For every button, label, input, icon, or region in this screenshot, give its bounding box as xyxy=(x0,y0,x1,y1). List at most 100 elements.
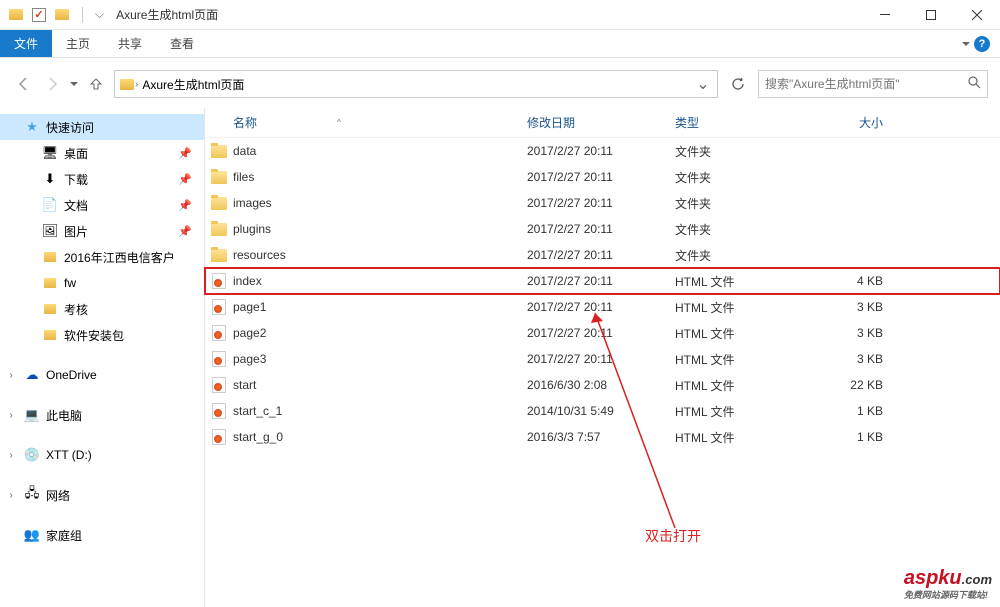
file-name: plugins xyxy=(233,222,519,236)
expand-caret-icon[interactable]: › xyxy=(4,490,18,501)
folder-icon xyxy=(42,275,58,291)
column-date[interactable]: 修改日期 xyxy=(519,114,667,131)
folder-icon xyxy=(42,249,58,265)
ribbon-tabs: 文件 主页 共享 查看 ? xyxy=(0,30,1000,58)
column-headers: 名称 ^ 修改日期 类型 大小 xyxy=(205,108,1000,138)
sidebar-downloads[interactable]: ⬇ 下载 📌 xyxy=(0,166,204,192)
file-size: 1 KB xyxy=(807,404,893,418)
file-type: HTML 文件 xyxy=(667,325,807,342)
sidebar-drive[interactable]: › 💿 XTT (D:) xyxy=(0,442,204,468)
sidebar-custom-folder-4[interactable]: 软件安装包 xyxy=(0,322,204,348)
html-file-icon xyxy=(205,273,233,289)
up-button[interactable] xyxy=(84,72,108,96)
qat-properties-icon[interactable]: ✓ xyxy=(32,8,46,22)
column-type[interactable]: 类型 xyxy=(667,114,807,131)
address-bar[interactable]: › Axure生成html页面 ⌄ xyxy=(114,70,718,98)
back-button[interactable] xyxy=(12,72,36,96)
file-type: 文件夹 xyxy=(667,195,807,212)
search-icon[interactable] xyxy=(967,75,981,94)
file-name: files xyxy=(233,170,519,184)
pin-icon: 📌 xyxy=(178,147,192,160)
sidebar-custom-folder-2[interactable]: fw xyxy=(0,270,204,296)
folder-icon xyxy=(42,301,58,317)
refresh-button[interactable] xyxy=(724,70,752,98)
file-row[interactable]: plugins2017/2/27 20:11文件夹 xyxy=(205,216,1000,242)
history-dropdown-icon[interactable] xyxy=(68,82,80,86)
file-type: 文件夹 xyxy=(667,143,807,160)
folder-icon xyxy=(205,171,233,184)
file-row[interactable]: page12017/2/27 20:11HTML 文件3 KB xyxy=(205,294,1000,320)
folder-icon xyxy=(42,327,58,343)
html-file-icon xyxy=(205,325,233,341)
maximize-button[interactable] xyxy=(908,0,954,30)
tab-file[interactable]: 文件 xyxy=(0,30,52,57)
file-type: HTML 文件 xyxy=(667,273,807,290)
computer-icon: 💻 xyxy=(24,407,40,423)
breadcrumb-segment[interactable]: Axure生成html页面 xyxy=(138,76,248,93)
help-icon[interactable]: ? xyxy=(974,36,990,52)
file-name: resources xyxy=(233,248,519,262)
expand-caret-icon[interactable]: › xyxy=(4,370,18,381)
qat-folder-icon[interactable] xyxy=(54,7,70,23)
qat-overflow-icon[interactable]: ⌵ xyxy=(95,7,104,22)
folder-icon xyxy=(205,197,233,210)
file-row[interactable]: files2017/2/27 20:11文件夹 xyxy=(205,164,1000,190)
sidebar-quick-access[interactable]: ★ 快速访问 xyxy=(0,114,204,140)
sidebar-desktop[interactable]: 🖥 桌面 📌 xyxy=(0,140,204,166)
sidebar-documents[interactable]: 📄 文档 📌 xyxy=(0,192,204,218)
tab-view[interactable]: 查看 xyxy=(156,30,208,57)
file-date: 2017/2/27 20:11 xyxy=(519,300,667,314)
file-name: page2 xyxy=(233,326,519,340)
downloads-icon: ⬇ xyxy=(42,171,58,187)
file-date: 2017/2/27 20:11 xyxy=(519,196,667,210)
file-row[interactable]: images2017/2/27 20:11文件夹 xyxy=(205,190,1000,216)
sidebar-this-pc[interactable]: › 💻 此电脑 xyxy=(0,402,204,428)
sidebar-homegroup[interactable]: 👥 家庭组 xyxy=(0,522,204,548)
ribbon-collapse-icon[interactable] xyxy=(962,42,970,46)
expand-caret-icon[interactable]: › xyxy=(4,410,18,421)
file-row[interactable]: page32017/2/27 20:11HTML 文件3 KB xyxy=(205,346,1000,372)
window-title: Axure生成html页面 xyxy=(116,6,218,23)
address-folder-icon xyxy=(119,76,135,92)
file-row[interactable]: resources2017/2/27 20:11文件夹 xyxy=(205,242,1000,268)
html-file-icon xyxy=(205,299,233,315)
tab-home[interactable]: 主页 xyxy=(52,30,104,57)
minimize-button[interactable] xyxy=(862,0,908,30)
close-button[interactable] xyxy=(954,0,1000,30)
search-input[interactable] xyxy=(765,77,967,91)
annotation-text: 双击打开 xyxy=(645,526,701,546)
pin-icon: 📌 xyxy=(178,173,192,186)
file-row[interactable]: start2016/6/30 2:08HTML 文件22 KB xyxy=(205,372,1000,398)
file-type: 文件夹 xyxy=(667,169,807,186)
forward-button[interactable] xyxy=(40,72,64,96)
qat-divider xyxy=(82,7,83,23)
sidebar-custom-folder-3[interactable]: 考核 xyxy=(0,296,204,322)
html-file-icon xyxy=(205,403,233,419)
file-date: 2016/3/3 7:57 xyxy=(519,430,667,444)
sidebar-custom-folder-1[interactable]: 2016年江西电信客户 xyxy=(0,244,204,270)
tab-share[interactable]: 共享 xyxy=(104,30,156,57)
documents-icon: 📄 xyxy=(42,197,58,213)
pictures-icon: 🖼 xyxy=(42,223,58,239)
expand-caret-icon[interactable]: › xyxy=(4,450,18,461)
sort-indicator-icon: ^ xyxy=(337,118,341,127)
onedrive-icon: ☁ xyxy=(24,367,40,383)
file-name: data xyxy=(233,144,519,158)
pin-icon: 📌 xyxy=(178,199,192,212)
sidebar-pictures[interactable]: 🖼 图片 📌 xyxy=(0,218,204,244)
folder-icon xyxy=(205,249,233,262)
address-dropdown-icon[interactable]: ⌄ xyxy=(693,74,713,94)
file-row[interactable]: start_g_02016/3/3 7:57HTML 文件1 KB xyxy=(205,424,1000,450)
column-size[interactable]: 大小 xyxy=(807,114,893,131)
search-box[interactable] xyxy=(758,70,988,98)
file-row[interactable]: index2017/2/27 20:11HTML 文件4 KB xyxy=(205,268,1000,294)
sidebar-network[interactable]: › 🖧 网络 xyxy=(0,482,204,508)
file-row[interactable]: start_c_12014/10/31 5:49HTML 文件1 KB xyxy=(205,398,1000,424)
file-row[interactable]: data2017/2/27 20:11文件夹 xyxy=(205,138,1000,164)
file-size: 1 KB xyxy=(807,430,893,444)
file-date: 2014/10/31 5:49 xyxy=(519,404,667,418)
file-name: images xyxy=(233,196,519,210)
sidebar-onedrive[interactable]: › ☁ OneDrive xyxy=(0,362,204,388)
file-row[interactable]: page22017/2/27 20:11HTML 文件3 KB xyxy=(205,320,1000,346)
column-name[interactable]: 名称 ^ xyxy=(205,114,519,131)
